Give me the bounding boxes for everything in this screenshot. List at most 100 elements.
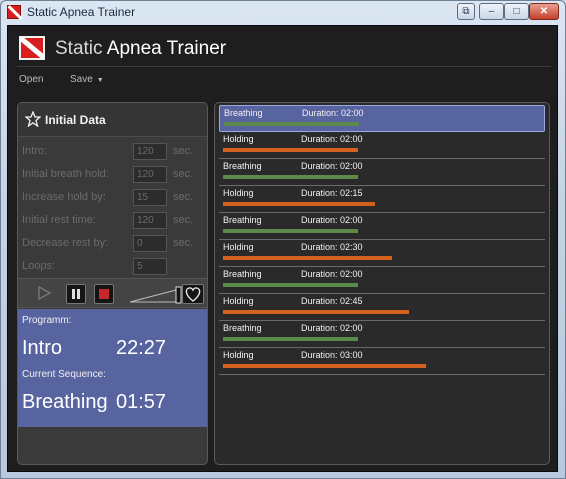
menu-save[interactable]: Save ▼ bbox=[70, 74, 104, 85]
sequence-duration-bar bbox=[223, 148, 358, 152]
field-label: Increase hold by: bbox=[22, 191, 106, 203]
field-increase-hold: Increase hold by: sec. bbox=[22, 189, 207, 207]
sequence-type: Holding bbox=[223, 188, 254, 198]
field-unit: sec. bbox=[173, 145, 194, 157]
sequence-type: Breathing bbox=[223, 323, 262, 333]
panel-header: Initial Data bbox=[18, 103, 207, 137]
stop-button[interactable] bbox=[94, 284, 114, 304]
minimize-button[interactable]: – bbox=[479, 3, 504, 20]
field-label: Intro: bbox=[22, 145, 48, 157]
sequence-duration-bar bbox=[223, 337, 358, 341]
sequence-duration-bar bbox=[223, 175, 358, 179]
sequence-duration: Duration: 02:00 bbox=[301, 134, 363, 144]
field-initial-breath-hold: Initial breath hold: sec. bbox=[22, 166, 207, 184]
sequence-row[interactable]: Holding Duration: 02:15 bbox=[219, 186, 545, 213]
title-bar[interactable]: Static Apnea Trainer ⧉ – □ ✕ bbox=[1, 1, 565, 23]
pause-button[interactable] bbox=[66, 284, 86, 304]
field-decrease-rest: Decrease rest by: sec. bbox=[22, 235, 207, 253]
field-unit: sec. bbox=[173, 214, 194, 226]
volume-slider[interactable] bbox=[128, 284, 186, 304]
sequence-duration: Duration: 02:30 bbox=[301, 242, 363, 252]
app-heading: Static Apnea Trainer bbox=[55, 38, 226, 60]
field-unit: sec. bbox=[173, 191, 194, 203]
sequence-duration: Duration: 03:00 bbox=[301, 350, 363, 360]
sequence-time: 01:57 bbox=[116, 391, 167, 413]
program-name: Intro bbox=[22, 337, 63, 359]
sequence-row[interactable]: Holding Duration: 02:45 bbox=[219, 294, 545, 321]
chevron-down-icon: ▼ bbox=[96, 77, 104, 84]
sequence-row[interactable]: Holding Duration: 02:30 bbox=[219, 240, 545, 267]
sequence-type: Breathing bbox=[223, 161, 262, 171]
app-heading-light: Static bbox=[55, 38, 103, 59]
sequence-row[interactable]: Holding Duration: 02:00 bbox=[219, 132, 545, 159]
sequence-type: Holding bbox=[223, 242, 254, 252]
sequence-duration: Duration: 02:15 bbox=[301, 188, 363, 198]
app-window: Static Apnea Trainer ⧉ – □ ✕ Static Apne… bbox=[0, 0, 566, 479]
field-label: Initial rest time: bbox=[22, 214, 96, 226]
sequence-duration-bar bbox=[223, 256, 392, 260]
sequence-type: Breathing bbox=[224, 108, 263, 118]
star-icon bbox=[25, 111, 41, 127]
sequence-duration-bar bbox=[223, 229, 358, 233]
initial-breath-hold-input[interactable] bbox=[133, 166, 167, 183]
field-label: Loops: bbox=[22, 260, 56, 272]
maximize-button[interactable]: □ bbox=[504, 3, 529, 20]
sequence-list: Breathing Duration: 02:00 Holding Duration:… bbox=[214, 102, 550, 465]
menu-save-label: Save bbox=[70, 74, 93, 85]
sequence-duration-bar bbox=[223, 310, 409, 314]
sequence-type: Breathing bbox=[223, 269, 262, 279]
field-intro: Intro: sec. bbox=[22, 143, 207, 161]
sequence-row[interactable]: Holding Duration: 03:00 bbox=[219, 348, 545, 375]
diver-down-flag-icon bbox=[19, 36, 45, 60]
program-caption: Programm: bbox=[22, 315, 72, 326]
panel-title: Initial Data bbox=[45, 113, 106, 127]
sequence-type: Holding bbox=[223, 296, 254, 306]
window-title: Static Apnea Trainer bbox=[27, 5, 136, 19]
status-box: Programm: Intro 22:27 Current Sequence: … bbox=[18, 309, 207, 427]
field-unit: sec. bbox=[173, 237, 194, 249]
loops-input[interactable] bbox=[133, 258, 167, 275]
sequence-duration: Duration: 02:00 bbox=[302, 108, 364, 118]
field-unit: sec. bbox=[173, 168, 194, 180]
menu-open[interactable]: Open bbox=[19, 74, 43, 85]
sequence-row[interactable]: Breathing Duration: 02:00 bbox=[219, 267, 545, 294]
sequence-duration-bar bbox=[223, 283, 358, 287]
sequence-duration: Duration: 02:00 bbox=[301, 215, 363, 225]
app-flag-icon bbox=[7, 5, 21, 19]
program-time: 22:27 bbox=[116, 337, 167, 359]
sequence-type: Breathing bbox=[223, 215, 262, 225]
heart-button[interactable] bbox=[182, 284, 204, 304]
play-icon[interactable] bbox=[36, 285, 52, 301]
close-button[interactable]: ✕ bbox=[529, 3, 559, 20]
decrease-rest-input[interactable] bbox=[133, 235, 167, 252]
sequence-name: Breathing bbox=[22, 391, 108, 413]
sequence-duration-bar bbox=[224, 122, 359, 126]
sequence-duration: Duration: 02:45 bbox=[301, 296, 363, 306]
field-label: Initial breath hold: bbox=[22, 168, 109, 180]
field-loops: Loops: bbox=[22, 258, 207, 276]
initial-data-panel: Initial Data Intro: sec. Initial breath … bbox=[17, 102, 208, 465]
sequence-duration-bar bbox=[223, 364, 426, 368]
sequence-duration-bar bbox=[223, 202, 375, 206]
sequence-duration: Duration: 02:00 bbox=[301, 269, 363, 279]
sequence-type: Holding bbox=[223, 134, 254, 144]
restore-extra-button[interactable]: ⧉ bbox=[457, 3, 475, 20]
intro-input[interactable] bbox=[133, 143, 167, 160]
sequence-row[interactable]: Breathing Duration: 02:00 bbox=[219, 321, 545, 348]
client-area: Static Apnea Trainer Open Save ▼ Initial … bbox=[7, 25, 558, 472]
sequence-row[interactable]: Breathing Duration: 02:00 bbox=[219, 105, 545, 132]
heart-icon bbox=[185, 287, 201, 302]
sequence-row[interactable]: Breathing Duration: 02:00 bbox=[219, 159, 545, 186]
field-label: Decrease rest by: bbox=[22, 237, 109, 249]
initial-rest-time-input[interactable] bbox=[133, 212, 167, 229]
playback-controls bbox=[18, 278, 207, 308]
heading-divider bbox=[17, 66, 551, 67]
sequence-caption: Current Sequence: bbox=[22, 369, 106, 380]
sequence-type: Holding bbox=[223, 350, 254, 360]
sequence-duration: Duration: 02:00 bbox=[301, 323, 363, 333]
field-initial-rest-time: Initial rest time: sec. bbox=[22, 212, 207, 230]
sequence-row[interactable]: Breathing Duration: 02:00 bbox=[219, 213, 545, 240]
app-heading-bold: Apnea Trainer bbox=[106, 38, 227, 59]
sequence-duration: Duration: 02:00 bbox=[301, 161, 363, 171]
increase-hold-input[interactable] bbox=[133, 189, 167, 206]
